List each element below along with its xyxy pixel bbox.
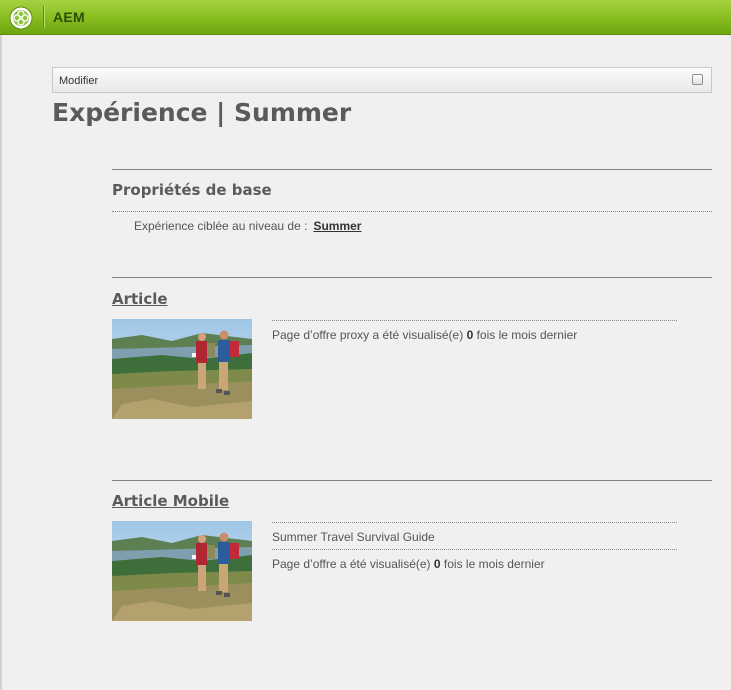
left-edge [0, 35, 2, 690]
basic-properties-heading: Propriétés de base [112, 181, 272, 199]
aem-logo-button[interactable] [7, 5, 35, 31]
views-prefix: Page d’offre a été visualisé(e) [272, 557, 431, 571]
top-bar: AEM [0, 0, 731, 35]
views-prefix: Page d’offre proxy a été visualisé(e) [272, 328, 464, 342]
topbar-separator [43, 6, 44, 28]
views-count: 0 [433, 557, 441, 571]
app-name: AEM [53, 9, 86, 25]
offer-subtitle-article-mobile: Summer Travel Survival Guide [272, 530, 435, 544]
section-rule [112, 169, 712, 170]
hikers-photo-icon [112, 319, 252, 419]
target-value-link[interactable]: Summer [313, 219, 361, 233]
offer-views-article: Page d’offre proxy a été visualisé(e) 0 … [272, 328, 577, 342]
offer-title-link-article[interactable]: Article [112, 290, 168, 308]
aem-logo-icon [9, 6, 33, 30]
target-row: Expérience ciblée au niveau de : Summer [134, 219, 361, 233]
dotted-divider [272, 549, 677, 550]
offer-thumbnail-article[interactable] [112, 319, 252, 419]
section-rule [112, 277, 712, 278]
target-label: Expérience ciblée au niveau de : [134, 219, 308, 233]
page-title: Expérience | Summer [52, 98, 352, 127]
dotted-divider [272, 320, 677, 321]
section-rule [112, 480, 712, 481]
dotted-divider [272, 522, 677, 523]
offer-title-link-article-mobile[interactable]: Article Mobile [112, 492, 229, 510]
views-count: 0 [466, 328, 474, 342]
views-suffix: fois le mois dernier [443, 557, 545, 571]
offer-views-article-mobile: Page d’offre a été visualisé(e) 0 fois l… [272, 557, 545, 571]
hikers-photo-icon [112, 521, 252, 621]
modify-label: Modifier [59, 75, 99, 87]
modify-toolbar: Modifier [52, 67, 712, 93]
dotted-divider [112, 211, 712, 212]
modify-checkbox[interactable] [692, 74, 703, 85]
offer-thumbnail-article-mobile[interactable] [112, 521, 252, 621]
views-suffix: fois le mois dernier [476, 328, 578, 342]
